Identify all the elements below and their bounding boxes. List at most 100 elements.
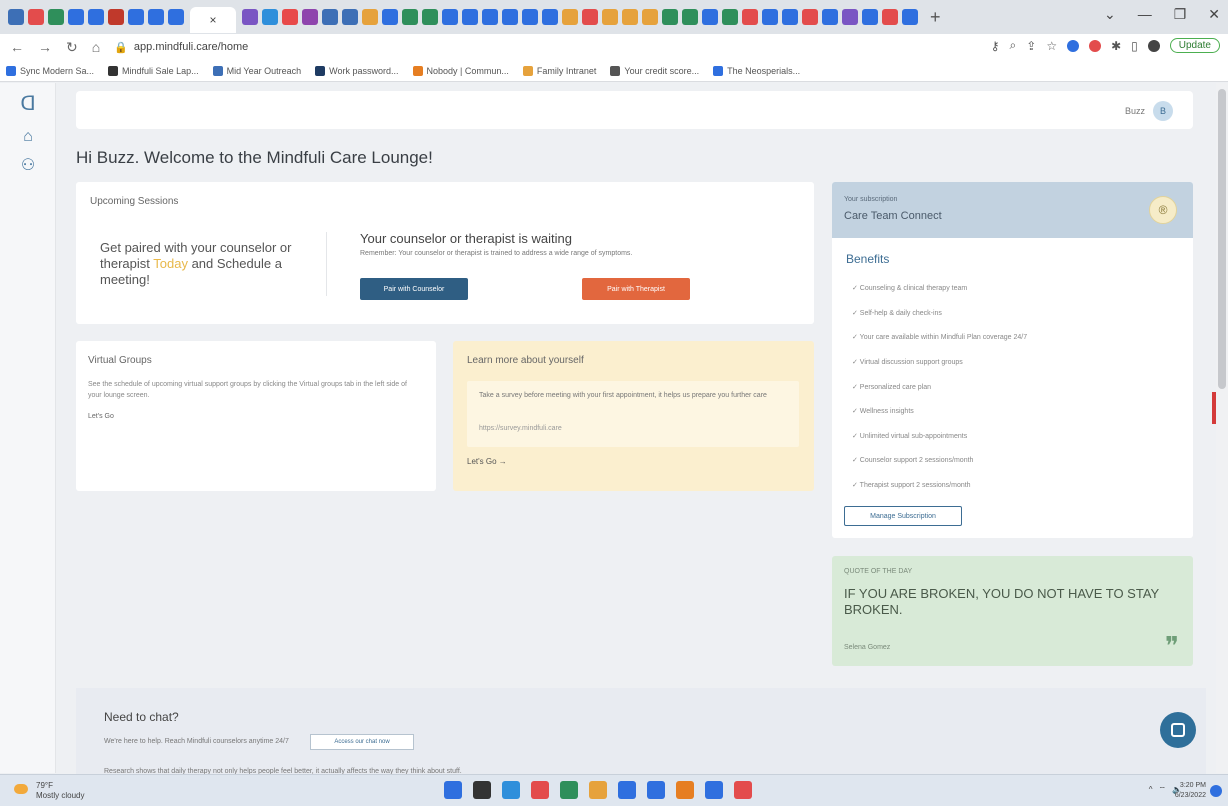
survey-link[interactable]: https://survey.mindfuli.care <box>479 425 562 432</box>
browser-tab[interactable] <box>602 9 618 25</box>
taskbar-app-icon[interactable] <box>618 781 636 799</box>
minimize-button[interactable]: — <box>1138 6 1152 23</box>
browser-tab[interactable] <box>322 9 338 25</box>
zoom-icon[interactable]: ⌕ <box>1010 38 1017 53</box>
browser-tab[interactable] <box>442 9 458 25</box>
chat-launcher-button[interactable] <box>1160 712 1196 748</box>
browser-tab[interactable] <box>382 9 398 25</box>
browser-tab[interactable] <box>48 9 64 25</box>
network-icon[interactable]: ⌔ <box>1159 785 1167 795</box>
update-button[interactable]: Update <box>1169 38 1220 53</box>
chevron-down-icon[interactable]: ⌄ <box>1104 6 1116 23</box>
browser-tab[interactable] <box>88 9 104 25</box>
home-button[interactable]: ⌂ <box>92 39 100 56</box>
browser-tab[interactable] <box>822 9 838 25</box>
bookmark-item[interactable]: Nobody | Commun... <box>412 65 509 76</box>
puzzle-icon[interactable]: ✱ <box>1111 39 1121 53</box>
browser-tab[interactable] <box>68 9 84 25</box>
browser-tab[interactable] <box>582 9 598 25</box>
learn-go-link[interactable]: Let's Go → <box>467 457 507 466</box>
browser-tab[interactable] <box>262 9 278 25</box>
pair-therapist-button[interactable]: Pair with Therapist <box>582 278 690 300</box>
taskbar-app-icon[interactable] <box>473 781 491 799</box>
profile-avatar[interactable] <box>1147 39 1160 52</box>
taskbar-app-icon[interactable] <box>676 781 694 799</box>
browser-tab[interactable] <box>28 9 44 25</box>
browser-tab[interactable] <box>842 9 858 25</box>
browser-tab[interactable] <box>902 9 918 25</box>
browser-tab[interactable] <box>702 9 718 25</box>
bookmark-item[interactable]: Family Intranet <box>522 65 596 76</box>
browser-tab[interactable] <box>342 9 358 25</box>
browser-tab[interactable] <box>522 9 538 25</box>
taskbar-app-icon[interactable] <box>647 781 665 799</box>
browser-tab[interactable] <box>562 9 578 25</box>
taskbar-app-icon[interactable] <box>734 781 752 799</box>
user-menu[interactable]: Buzz B <box>1125 101 1173 121</box>
browser-tab[interactable] <box>148 9 164 25</box>
browser-tab[interactable] <box>502 9 518 25</box>
browser-tab[interactable] <box>462 9 478 25</box>
taskbar-app-icon[interactable] <box>560 781 578 799</box>
browser-tab[interactable] <box>642 9 658 25</box>
browser-tab[interactable] <box>622 9 638 25</box>
chevron-up-icon[interactable]: ^ <box>1149 785 1153 795</box>
browser-tab[interactable] <box>482 9 498 25</box>
extension-icon[interactable] <box>1067 39 1080 52</box>
browser-tab[interactable] <box>782 9 798 25</box>
browser-tab[interactable] <box>128 9 144 25</box>
browser-tab[interactable] <box>742 9 758 25</box>
brain-logo-icon[interactable]: ᗡ <box>0 83 56 123</box>
browser-tab[interactable] <box>8 9 24 25</box>
home-icon[interactable]: ⌂ <box>0 123 56 151</box>
bookmark-item[interactable]: The Neosperials... <box>713 65 800 76</box>
manage-subscription-button[interactable]: Manage Subscription <box>844 506 962 526</box>
weather-widget[interactable]: 79°F Mostly cloudy <box>36 781 84 801</box>
taskbar-app-icon[interactable] <box>531 781 549 799</box>
address-bar[interactable]: 🔒 app.mindfuli.care/home <box>114 41 248 54</box>
browser-tab[interactable] <box>802 9 818 25</box>
notification-icon[interactable] <box>1210 785 1222 797</box>
new-tab-button[interactable]: + <box>930 7 941 28</box>
reload-button[interactable]: ↻ <box>66 39 78 56</box>
browser-tab[interactable] <box>682 9 698 25</box>
bookmark-item[interactable]: Your credit score... <box>610 65 699 76</box>
extension-icon[interactable] <box>1089 39 1102 52</box>
key-icon[interactable]: ⚷ <box>991 39 1000 53</box>
virtual-groups-link[interactable]: Let's Go <box>88 413 114 420</box>
browser-tab[interactable] <box>302 9 318 25</box>
restore-button[interactable]: ❐ <box>1174 6 1187 23</box>
sidebar-icon[interactable]: ▯ <box>1131 39 1138 53</box>
taskbar-app-icon[interactable] <box>589 781 607 799</box>
browser-tab[interactable] <box>662 9 678 25</box>
bookmark-item[interactable]: Mindfuli Sale Lap... <box>108 65 199 76</box>
taskbar-app-icon[interactable] <box>502 781 520 799</box>
browser-tab[interactable] <box>168 9 184 25</box>
scrollbar[interactable] <box>1216 83 1228 773</box>
browser-tab[interactable] <box>722 9 738 25</box>
active-tab-close-icon[interactable]: × <box>190 7 236 33</box>
browser-tab[interactable] <box>362 9 378 25</box>
star-icon[interactable]: ☆ <box>1046 39 1057 53</box>
browser-tab[interactable] <box>762 9 778 25</box>
browser-tab[interactable] <box>422 9 438 25</box>
clock[interactable]: 3:20 PM 6/23/2022 <box>1175 781 1206 801</box>
browser-tab[interactable] <box>242 9 258 25</box>
access-chat-button[interactable]: Access our chat now <box>310 734 414 750</box>
taskbar-app-icon[interactable] <box>444 781 462 799</box>
browser-tab[interactable] <box>402 9 418 25</box>
forward-button[interactable]: → <box>38 39 52 56</box>
pair-counselor-button[interactable]: Pair with Counselor <box>360 278 468 300</box>
avatar[interactable]: B <box>1153 101 1173 121</box>
taskbar-app-icon[interactable] <box>705 781 723 799</box>
browser-tab[interactable] <box>542 9 558 25</box>
close-window-button[interactable]: ✕ <box>1208 6 1220 23</box>
share-icon[interactable]: ⇪ <box>1026 39 1036 53</box>
browser-tab[interactable] <box>108 9 124 25</box>
back-button[interactable]: ← <box>10 39 24 56</box>
bookmark-item[interactable]: Work password... <box>315 65 399 76</box>
browser-tab[interactable] <box>882 9 898 25</box>
scroll-thumb[interactable] <box>1218 89 1226 389</box>
people-icon[interactable]: ⚇ <box>0 151 56 179</box>
bookmark-item[interactable]: Mid Year Outreach <box>212 65 301 76</box>
